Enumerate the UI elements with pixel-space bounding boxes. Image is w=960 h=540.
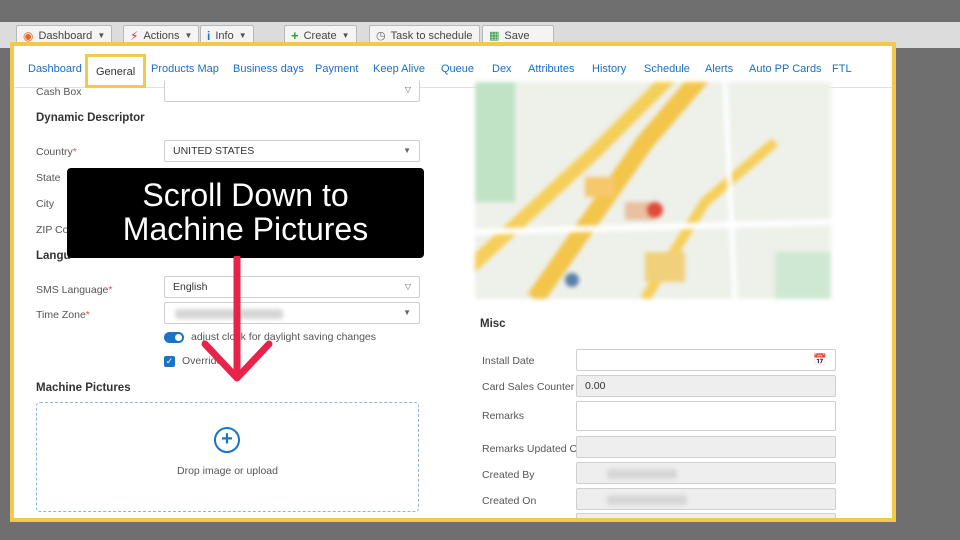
callout-line-2: Machine Pictures bbox=[122, 211, 369, 247]
machine-pictures-dropzone[interactable]: + Drop image or upload bbox=[36, 402, 419, 512]
sms-language-label: SMS Language* bbox=[36, 284, 113, 296]
time-zone-label: Time Zone* bbox=[36, 309, 90, 321]
location-map[interactable] bbox=[475, 82, 831, 299]
misc-heading: Misc bbox=[480, 318, 506, 330]
install-date-input[interactable]: 📅 bbox=[576, 349, 836, 371]
state-label: State bbox=[36, 172, 61, 184]
country-label: Country* bbox=[36, 146, 77, 158]
drop-image-text: Drop image or upload bbox=[177, 465, 278, 477]
tab-business-days[interactable]: Business days bbox=[233, 63, 304, 75]
task-to-schedule-label: Task to schedule bbox=[390, 29, 473, 42]
override-checkbox[interactable]: ✓ bbox=[164, 356, 175, 367]
created-on-field bbox=[576, 488, 836, 510]
save-icon: ▦ bbox=[489, 30, 500, 42]
create-menu-label: Create bbox=[303, 29, 337, 42]
tab-auto-pp-cards[interactable]: Auto PP Cards bbox=[749, 63, 822, 75]
dashboard-menu-label: Dashboard bbox=[38, 29, 93, 42]
calendar-icon[interactable]: 📅 bbox=[813, 353, 827, 366]
chevron-down-icon: ▼ bbox=[184, 31, 193, 40]
created-by-field bbox=[576, 462, 836, 484]
tab-history[interactable]: History bbox=[592, 63, 626, 75]
save-label: Save bbox=[504, 29, 530, 42]
map-graphic bbox=[475, 82, 831, 299]
info-icon: i bbox=[207, 28, 211, 43]
tab-alerts[interactable]: Alerts bbox=[705, 63, 733, 75]
actions-menu-label: Actions bbox=[143, 29, 180, 42]
chevron-down-icon: ▼ bbox=[97, 31, 106, 40]
chevron-down-icon: ▽ bbox=[404, 85, 411, 94]
chevron-down-icon: ▼ bbox=[403, 308, 411, 317]
tab-products-map[interactable]: Products Map bbox=[151, 63, 219, 75]
remarks-label: Remarks bbox=[482, 410, 525, 422]
down-arrow-icon bbox=[201, 256, 273, 382]
chevron-down-icon: ▼ bbox=[341, 31, 350, 40]
machine-pictures-heading: Machine Pictures bbox=[36, 382, 131, 394]
language-section-heading: Langu bbox=[36, 250, 71, 262]
tab-queue[interactable]: Queue bbox=[441, 63, 474, 75]
card-sales-counter-field: 0.00 bbox=[576, 375, 836, 397]
tab-schedule[interactable]: Schedule bbox=[644, 63, 690, 75]
tab-dex[interactable]: Dex bbox=[492, 63, 512, 75]
city-label: City bbox=[36, 198, 55, 210]
tab-ftl[interactable]: FTL bbox=[832, 63, 852, 75]
plus-icon: + bbox=[291, 28, 299, 43]
cash-box-select[interactable]: ▽ bbox=[164, 80, 420, 102]
install-date-label: Install Date bbox=[482, 355, 535, 367]
tab-payment[interactable]: Payment bbox=[315, 63, 358, 75]
add-circle-icon[interactable]: + bbox=[214, 427, 240, 453]
main-panel: Dashboard General Products Map Business … bbox=[10, 42, 896, 522]
cash-box-label: Cash Box bbox=[36, 86, 82, 98]
remarks-updated-on-label: Remarks Updated On bbox=[482, 443, 584, 455]
info-menu-label: Info bbox=[215, 29, 234, 42]
chevron-down-icon: ▼ bbox=[238, 31, 247, 40]
tab-keep-alive[interactable]: Keep Alive bbox=[373, 63, 425, 75]
lightning-icon: ⚡ bbox=[130, 28, 139, 43]
instruction-callout: Scroll Down to Machine Pictures bbox=[67, 168, 424, 258]
created-by-value-blurred bbox=[607, 469, 677, 479]
tab-dashboard[interactable]: Dashboard bbox=[28, 63, 82, 75]
updated-field-partial bbox=[576, 513, 836, 518]
created-by-label: Created By bbox=[482, 469, 535, 481]
remarks-textarea[interactable] bbox=[576, 401, 836, 431]
created-on-value-blurred bbox=[607, 495, 687, 505]
remarks-updated-on-field bbox=[576, 436, 836, 458]
country-value: UNITED STATES bbox=[173, 145, 255, 157]
zip-code-label: ZIP Co bbox=[36, 224, 69, 236]
clock-icon: ◷ bbox=[376, 30, 386, 42]
chevron-down-icon: ▽ bbox=[404, 282, 411, 291]
dynamic-descriptor-heading: Dynamic Descriptor bbox=[36, 112, 145, 124]
callout-line-1: Scroll Down to bbox=[142, 177, 349, 213]
tab-attributes[interactable]: Attributes bbox=[528, 63, 574, 75]
tab-general[interactable]: General bbox=[85, 54, 147, 88]
country-select[interactable]: UNITED STATES ▼ bbox=[164, 140, 420, 162]
created-on-label: Created On bbox=[482, 495, 537, 507]
chevron-down-icon: ▼ bbox=[403, 146, 411, 155]
dashboard-icon: ◉ bbox=[23, 28, 34, 43]
card-sales-counter-label: Card Sales Counter bbox=[482, 381, 575, 393]
daylight-saving-toggle[interactable] bbox=[164, 332, 184, 343]
